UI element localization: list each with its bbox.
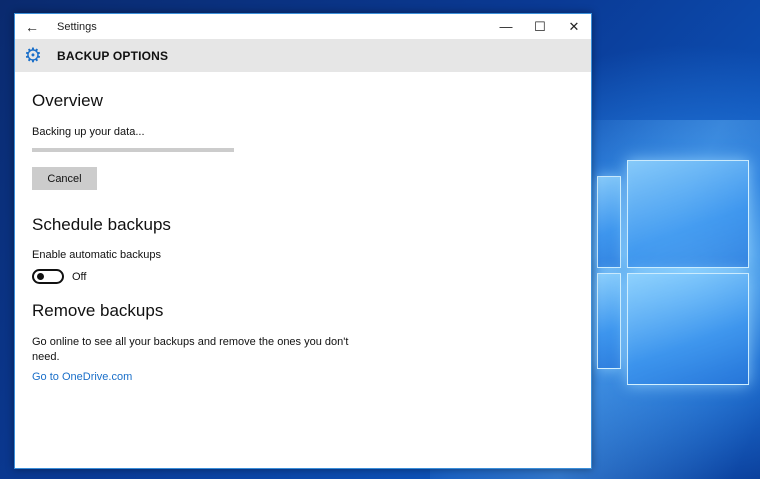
cancel-button[interactable]: Cancel <box>32 167 97 190</box>
windows-logo-pane <box>627 273 749 385</box>
schedule-backups-heading: Schedule backups <box>32 215 171 234</box>
title-bar[interactable]: ← Settings — ☐ ✕ <box>15 14 591 39</box>
minimize-icon[interactable]: — <box>489 14 523 39</box>
overview-heading: Overview <box>32 91 103 110</box>
gear-icon: ⚙ <box>24 44 42 67</box>
windows-logo-pane <box>597 176 621 268</box>
toggle-state-text: Off <box>72 270 87 283</box>
automatic-backups-label: Enable automatic backups <box>32 249 162 261</box>
close-icon[interactable]: ✕ <box>557 14 591 39</box>
settings-content: Overview Backing up your data... Cancel … <box>15 91 591 385</box>
settings-window: ← Settings — ☐ ✕ ⚙ BACKUP OPTIONS Overvi… <box>14 13 592 469</box>
windows-logo-pane <box>627 160 749 268</box>
page-title: BACKUP OPTIONS <box>57 48 169 63</box>
automatic-backups-toggle[interactable] <box>32 269 64 284</box>
automatic-backups-row: Off <box>32 269 574 284</box>
window-controls: — ☐ ✕ <box>489 14 591 39</box>
onedrive-link[interactable]: Go to OneDrive.com <box>32 371 132 383</box>
toggle-knob <box>37 273 44 280</box>
remove-backups-heading: Remove backups <box>32 301 164 320</box>
backup-progress-bar <box>32 148 234 152</box>
backup-status-text: Backing up your data... <box>32 126 145 138</box>
maximize-icon[interactable]: ☐ <box>523 14 557 39</box>
windows-logo-pane <box>597 273 621 369</box>
back-arrow-icon[interactable]: ← <box>15 14 49 39</box>
remove-backups-description: Go online to see all your backups and re… <box>32 336 349 363</box>
page-header: ⚙ BACKUP OPTIONS <box>15 39 591 72</box>
app-title: Settings <box>57 20 97 33</box>
